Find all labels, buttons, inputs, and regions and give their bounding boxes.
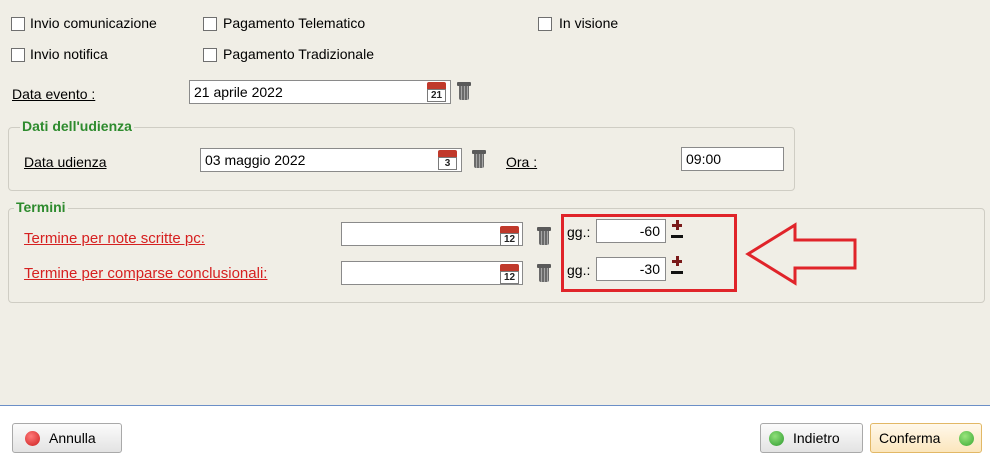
invio-comunicazione-label: Invio comunicazione: [30, 15, 157, 31]
ora-label: Ora :: [506, 154, 538, 170]
pagamento-tradizionale-label: Pagamento Tradizionale: [223, 46, 374, 62]
dati-udienza-legend: Dati dell'udienza: [20, 118, 134, 134]
data-udienza-label: Data udienza: [24, 154, 107, 170]
conferma-button[interactable]: Conferma: [870, 423, 982, 453]
confirm-check-icon: [959, 431, 974, 446]
calendar-icon[interactable]: 3: [438, 150, 457, 170]
footer-separator: [0, 405, 990, 406]
cancel-icon: [25, 431, 40, 446]
annulla-button-label: Annulla: [49, 430, 96, 446]
data-evento-field[interactable]: 21 aprile 2022: [189, 80, 451, 104]
termine-comparse-field[interactable]: [341, 261, 523, 285]
pagamento-tradizionale-checkbox[interactable]: [203, 48, 217, 62]
data-evento-label: Data evento :: [12, 86, 96, 102]
in-visione-label: In visione: [559, 15, 619, 31]
indietro-button-label: Indietro: [793, 430, 840, 446]
trash-icon[interactable]: [472, 150, 486, 168]
indietro-button[interactable]: Indietro: [760, 423, 863, 453]
back-arrow-icon: [769, 431, 784, 446]
annotation-arrow-icon: [745, 222, 857, 286]
termini-legend: Termini: [14, 199, 68, 215]
data-udienza-field[interactable]: 03 maggio 2022: [200, 148, 462, 172]
invio-notifica-checkbox[interactable]: [11, 48, 25, 62]
calendar-day: 3: [438, 157, 457, 170]
calendar-day: 12: [500, 233, 519, 246]
pagamento-telematico-label: Pagamento Telematico: [223, 15, 366, 31]
calendar-icon[interactable]: 12: [500, 264, 519, 284]
termine-note-scritte-label: Termine per note scritte pc:: [24, 230, 205, 247]
termine-comparse-label: Termine per comparse conclusionali:: [24, 265, 268, 282]
ora-field[interactable]: 09:00: [681, 147, 784, 171]
invio-notifica-label: Invio notifica: [30, 46, 108, 62]
invio-comunicazione-checkbox[interactable]: [11, 17, 25, 31]
pagamento-telematico-checkbox[interactable]: [203, 17, 217, 31]
calendar-icon[interactable]: 21: [427, 82, 446, 102]
annotation-highlight-box: [561, 214, 737, 292]
form-panel: Invio comunicazione Pagamento Telematico…: [0, 0, 990, 405]
calendar-day: 21: [427, 89, 446, 102]
conferma-button-label: Conferma: [879, 430, 941, 446]
trash-icon[interactable]: [537, 264, 551, 282]
annulla-button[interactable]: Annulla: [12, 423, 122, 453]
trash-icon[interactable]: [457, 82, 471, 100]
in-visione-checkbox[interactable]: [538, 17, 552, 31]
trash-icon[interactable]: [537, 227, 551, 245]
calendar-icon[interactable]: 12: [500, 226, 519, 246]
calendar-day: 12: [500, 271, 519, 284]
termine-note-scritte-field[interactable]: [341, 222, 523, 246]
